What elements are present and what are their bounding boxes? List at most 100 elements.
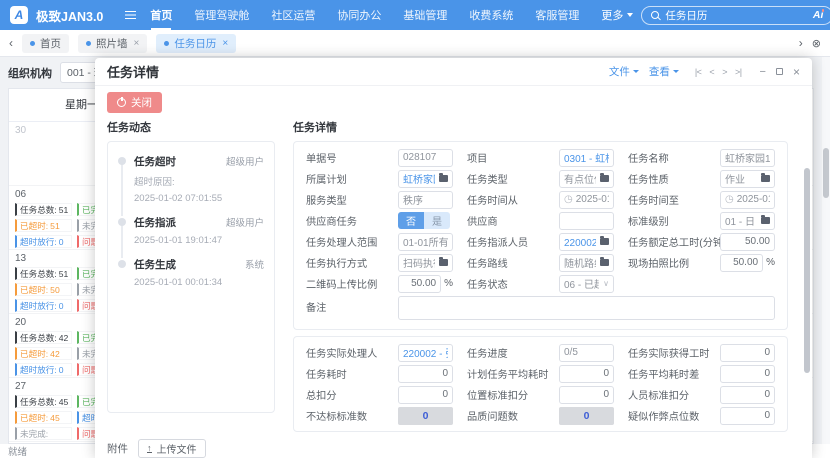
- stat-label: 已超时:: [20, 349, 49, 359]
- nav-item-管理驾驶舱[interactable]: 管理驾驶舱: [194, 0, 249, 30]
- field-value-task-type: 有点位任务: [564, 175, 596, 186]
- prev-record-icon[interactable]: [709, 67, 714, 77]
- tab-任务日历[interactable]: 任务日历 ×: [156, 33, 237, 53]
- stat-chip: 已超时: 50: [15, 283, 72, 296]
- input-plan[interactable]: 虹桥家园1号楼栋U: [398, 169, 453, 188]
- input-qr-ratio[interactable]: 50.00: [398, 274, 442, 293]
- input-nature[interactable]: 作业: [720, 169, 775, 188]
- nav-item-客服管理[interactable]: 客服管理: [535, 0, 579, 30]
- folder-icon[interactable]: [761, 173, 770, 182]
- input-route[interactable]: 随机路线: [559, 253, 614, 272]
- input-total-deduct[interactable]: 0: [398, 385, 453, 404]
- view-menu[interactable]: 查看: [649, 64, 679, 79]
- input-task-name[interactable]: 虹桥家园1号楼秩序日: [720, 148, 775, 167]
- field-label-bill-no: 单据号: [306, 154, 337, 165]
- field-service-type: 服务类型 秩序: [306, 190, 453, 209]
- nav-item-社区运营[interactable]: 社区运营: [271, 0, 315, 30]
- count-button-substandard[interactable]: 0: [398, 406, 453, 425]
- folder-icon[interactable]: [600, 236, 609, 245]
- count-button-quality-issues[interactable]: 0: [559, 406, 614, 425]
- upload-file-button[interactable]: 上传文件: [138, 439, 206, 458]
- modal-scrollbar[interactable]: [804, 88, 810, 458]
- input-project[interactable]: 0301 - 虹桥家园: [559, 148, 614, 167]
- tabs-scroll-right-icon[interactable]: [799, 37, 803, 49]
- modal-scrollbar-thumb[interactable]: [804, 168, 810, 373]
- input-time-to[interactable]: ◷2025-01-02 07:00: [720, 190, 775, 209]
- input-actual-handler[interactable]: 220002 - 张演: [398, 343, 453, 362]
- input-time-from[interactable]: ◷2025-01-01 19:00: [559, 190, 614, 209]
- activity-title: 任务生成: [134, 259, 176, 271]
- close-icon[interactable]: [793, 65, 800, 79]
- field-total-deduct: 总扣分 0: [306, 385, 453, 404]
- input-cheat-points[interactable]: 0: [720, 406, 775, 425]
- input-avg-diff[interactable]: 0: [720, 364, 775, 383]
- page-scrollbar-thumb[interactable]: [823, 148, 829, 198]
- folder-icon[interactable]: [439, 257, 448, 266]
- nav-item-基础管理[interactable]: 基础管理: [403, 0, 447, 30]
- input-person-deduct[interactable]: 0: [720, 385, 775, 404]
- field-plan-avg: 计划任务平均耗时 0: [467, 364, 614, 383]
- field-actual-handler: 任务实际处理人 220002 - 张演: [306, 343, 453, 362]
- nav-item-首页[interactable]: 首页: [150, 0, 172, 30]
- field-task-name: 任务名称 虹桥家园1号楼秩序日: [628, 148, 775, 167]
- tabs-close-all-icon[interactable]: [812, 37, 821, 50]
- tabs-scroll-left-icon[interactable]: [9, 37, 13, 49]
- input-status[interactable]: 06 - 已超时 ∨: [559, 274, 614, 293]
- app-title: 极致JAN3.0: [36, 9, 104, 24]
- folder-icon[interactable]: [439, 173, 448, 182]
- field-label-avg-diff: 任务平均耗时差: [628, 370, 700, 381]
- field-value-progress: 0/5: [564, 347, 578, 358]
- input-time-spent[interactable]: 0: [398, 364, 453, 383]
- input-actual-hours[interactable]: 0: [720, 343, 775, 362]
- field-avg-diff: 任务平均耗时差 0: [628, 364, 775, 383]
- file-menu[interactable]: 文件: [609, 64, 639, 79]
- folder-icon[interactable]: [600, 257, 609, 266]
- toggle-vendor-task[interactable]: 否是: [398, 212, 450, 229]
- nav-item-协同办公[interactable]: 协同办公: [337, 0, 381, 30]
- next-record-icon[interactable]: [722, 67, 727, 77]
- nav-item-收费系统[interactable]: 收费系统: [469, 0, 513, 30]
- folder-icon[interactable]: [600, 173, 609, 182]
- minimize-icon[interactable]: [760, 66, 766, 78]
- field-label-vendor-task: 供应商任务: [306, 217, 357, 228]
- nav-more[interactable]: 更多: [601, 7, 634, 23]
- tab-close-icon[interactable]: ×: [134, 38, 140, 49]
- input-std-level[interactable]: 01 - 日: [720, 211, 775, 230]
- toggle-option-否[interactable]: 否: [398, 212, 424, 229]
- stat-label: 已超时:: [20, 413, 49, 423]
- input-plan-avg[interactable]: 0: [559, 364, 614, 383]
- apps-menu-icon[interactable]: [125, 10, 137, 20]
- search-input[interactable]: 任务日历: [665, 8, 807, 23]
- input-pos-deduct[interactable]: 0: [559, 385, 614, 404]
- input-rated-minutes[interactable]: 50.00: [720, 232, 775, 251]
- field-progress: 任务进度 0/5: [467, 343, 614, 362]
- tab-照片墙[interactable]: 照片墙 ×: [78, 33, 148, 53]
- maximize-icon[interactable]: [775, 68, 783, 75]
- tab-close-icon[interactable]: ×: [222, 38, 228, 49]
- input-task-type[interactable]: 有点位任务: [559, 169, 614, 188]
- page-scrollbar[interactable]: [822, 57, 830, 444]
- global-search[interactable]: 任务日历 Ai: [641, 5, 830, 25]
- ai-badge-icon[interactable]: Ai: [813, 9, 824, 21]
- folder-icon[interactable]: [761, 215, 770, 224]
- field-label-task-name: 任务名称: [628, 154, 669, 165]
- input-photo-ratio[interactable]: 50.00: [720, 253, 764, 272]
- field-label-assignee: 任务指派人员: [467, 238, 529, 249]
- close-task-button[interactable]: 关闭: [107, 92, 162, 113]
- input-remark[interactable]: [398, 296, 775, 320]
- field-assignee: 任务指派人员 220002 - 张演: [467, 232, 614, 251]
- stat-chip: 超时放行:0: [15, 363, 72, 376]
- task-detail-modal: 任务详情 文件 查看 关闭: [95, 58, 812, 458]
- input-bill-no[interactable]: 028107: [398, 148, 453, 167]
- tab-首页[interactable]: 首页: [22, 33, 69, 53]
- input-vendor[interactable]: [559, 211, 614, 230]
- stat-value: 42: [50, 349, 60, 359]
- first-record-icon[interactable]: [695, 67, 702, 77]
- input-handler-scope[interactable]: 01-01所有楼栋查看,张: [398, 232, 453, 251]
- input-progress[interactable]: 0/5: [559, 343, 614, 362]
- last-record-icon[interactable]: [735, 67, 742, 77]
- toggle-option-是[interactable]: 是: [424, 212, 450, 229]
- input-exec-mode[interactable]: 扫码执行: [398, 253, 453, 272]
- input-service-type[interactable]: 秩序: [398, 190, 453, 209]
- input-assignee[interactable]: 220002 - 张演: [559, 232, 614, 251]
